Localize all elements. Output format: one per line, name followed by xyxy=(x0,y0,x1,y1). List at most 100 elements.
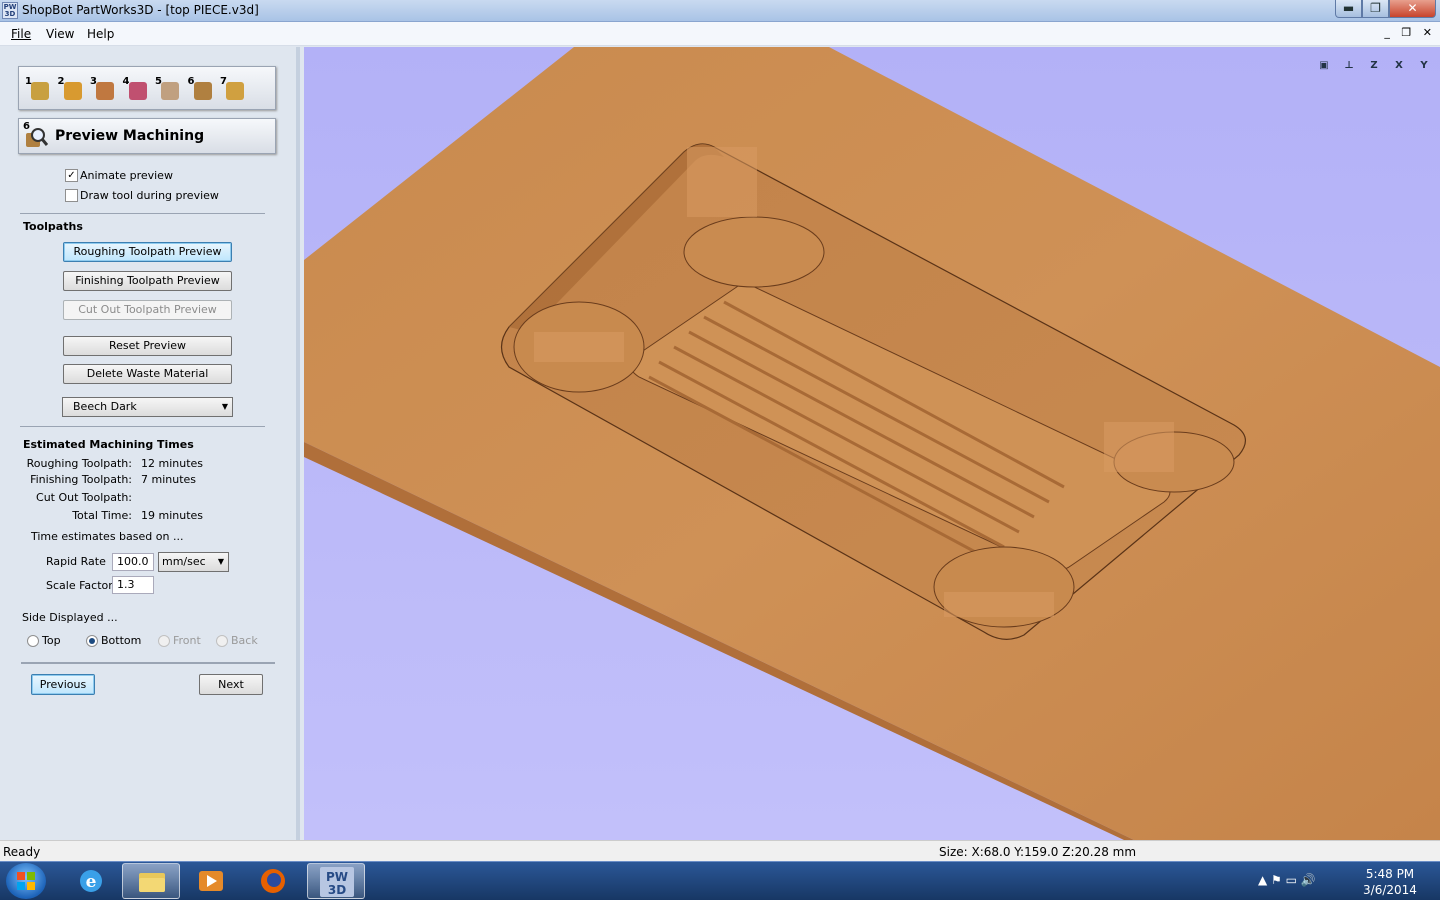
rapid-rate-label: Rapid Rate xyxy=(46,555,106,568)
rapid-rate-input[interactable]: 100.0 xyxy=(112,553,154,571)
step-toolbar: 1 2 3 4 5 6 7 xyxy=(18,66,276,110)
view-toolbar: ▣ ⊥ Z X Y xyxy=(1309,55,1434,75)
step-button-3[interactable]: 3 xyxy=(90,76,116,102)
wall-texture xyxy=(944,592,1054,617)
taskbar-partworks[interactable]: PW 3D xyxy=(307,863,365,899)
reset-preview-button[interactable]: Reset Preview xyxy=(63,336,232,356)
menu-file-label: File xyxy=(11,27,32,41)
step-button-4[interactable]: 4 xyxy=(123,76,149,102)
side-radio-label: Back xyxy=(231,634,258,647)
clock-date: 3/6/2014 xyxy=(1363,883,1417,897)
menu-bar: File View Help _ ❐ ✕ xyxy=(0,22,1440,46)
side-radio-label: Front xyxy=(173,634,201,647)
fit-view-icon[interactable]: ▣ xyxy=(1314,55,1334,75)
rapid-rate-unit-value: mm/sec xyxy=(162,555,206,568)
model-size-readout: Size: X:68.0 Y:159.0 Z:20.28 mm xyxy=(939,845,1137,859)
front-x-view-icon[interactable]: X xyxy=(1389,55,1409,75)
model-box-icon xyxy=(31,82,49,100)
windows-logo-icon xyxy=(17,872,35,890)
status-text: Ready xyxy=(3,845,41,859)
time-basis-label: Time estimates based on ... xyxy=(31,530,184,543)
radio-dot[interactable] xyxy=(216,635,228,647)
roughing-arrows-icon xyxy=(96,82,114,100)
rapid-rate-unit-select[interactable]: mm/sec ▼ xyxy=(158,552,229,572)
times-heading: Estimated Machining Times xyxy=(23,438,194,451)
step-number: 5 xyxy=(155,76,162,87)
close-button[interactable]: ✕ xyxy=(1389,0,1436,18)
menu-help-label: Help xyxy=(87,27,115,41)
step-number: 2 xyxy=(57,76,65,87)
radio-dot[interactable] xyxy=(27,635,39,647)
menu-view[interactable]: View xyxy=(46,27,74,41)
start-button[interactable] xyxy=(6,863,46,899)
app-icon: PW 3D xyxy=(2,2,18,19)
partworks-app-icon: PW 3D xyxy=(320,867,354,897)
chevron-down-icon: ▼ xyxy=(221,402,228,411)
animate-preview-checkbox[interactable]: ✓ Animate preview xyxy=(65,169,265,183)
top-z-view-icon[interactable]: Z xyxy=(1364,55,1384,75)
chevron-down-icon: ▼ xyxy=(217,557,224,566)
draw-tool-checkbox[interactable]: Draw tool during preview xyxy=(65,189,265,203)
taskbar-ie[interactable]: e xyxy=(62,863,120,899)
minimize-button[interactable]: ▬ xyxy=(1335,0,1362,18)
svg-text:e: e xyxy=(86,872,97,892)
clock[interactable]: 5:48 PM 3/6/2014 xyxy=(1350,866,1430,898)
divider xyxy=(21,662,275,664)
pad-top xyxy=(683,216,825,288)
firefox-icon xyxy=(261,869,285,893)
side-radio-label: Top xyxy=(42,634,61,647)
media-player-icon xyxy=(199,871,223,891)
scale-factor-input[interactable]: 1.3 xyxy=(112,576,154,594)
time-label: Total Time: xyxy=(72,509,132,522)
finishing-preview-button[interactable]: Finishing Toolpath Preview xyxy=(63,271,232,291)
toolpaths-heading: Toolpaths xyxy=(23,220,83,233)
animate-preview-box[interactable]: ✓ xyxy=(65,169,78,182)
side-displayed-label: Side Displayed ... xyxy=(22,611,118,624)
taskbar-explorer[interactable] xyxy=(122,863,180,899)
title-bar: PW 3D ShopBot PartWorks3D - [top PIECE.v… xyxy=(0,0,1440,22)
menu-help[interactable]: Help xyxy=(87,27,114,41)
time-value: 7 minutes xyxy=(141,473,197,486)
step-button-1[interactable]: 1 xyxy=(25,76,51,102)
step-header-number: 6 xyxy=(23,121,30,132)
3d-viewport[interactable]: ▣ ⊥ Z X Y xyxy=(304,47,1440,840)
draw-tool-label: Draw tool during preview xyxy=(80,189,219,202)
draw-tool-box[interactable] xyxy=(65,189,78,202)
machining-panel: 1 2 3 4 5 6 7 6 Preview Machining ✓ Animate pr… xyxy=(0,47,300,840)
previous-button[interactable]: Previous xyxy=(31,674,95,695)
material-arrow-icon xyxy=(63,82,82,100)
material-select[interactable]: Beech Dark ▼ xyxy=(62,397,233,417)
step-button-5[interactable]: 5 xyxy=(155,76,181,102)
radio-dot[interactable] xyxy=(158,635,170,647)
taskbar-firefox[interactable] xyxy=(244,863,302,899)
step-number: 1 xyxy=(25,76,32,87)
taskbar-media[interactable] xyxy=(182,863,240,899)
step-number: 7 xyxy=(220,76,227,87)
step-header: 6 Preview Machining xyxy=(18,118,276,154)
finishing-arrows-icon xyxy=(128,82,147,100)
step-button-2[interactable]: 2 xyxy=(58,76,84,102)
delete-waste-button[interactable]: Delete Waste Material xyxy=(63,364,232,384)
svg-text:PW: PW xyxy=(326,870,348,884)
next-button[interactable]: Next xyxy=(199,674,263,695)
step-button-6[interactable]: 6 xyxy=(188,76,214,102)
maximize-button[interactable]: ❐ xyxy=(1362,0,1389,18)
taskbar: e PW 3D ▲ ⚑ ▭ 🔊 5:48 PM 3/6/2014 xyxy=(0,861,1440,900)
system-tray[interactable]: ▲ ⚑ ▭ 🔊 xyxy=(1258,873,1316,887)
menu-file[interactable]: File xyxy=(11,27,31,41)
iso-view-icon[interactable]: ⊥ xyxy=(1339,55,1359,75)
side-y-view-icon[interactable]: Y xyxy=(1414,55,1434,75)
time-value: 19 minutes xyxy=(141,509,204,522)
time-value: 12 minutes xyxy=(141,457,204,470)
cutout-preview-button[interactable]: Cut Out Toolpath Preview xyxy=(63,300,232,320)
mdi-window-controls[interactable]: _ ❐ ✕ xyxy=(1384,26,1436,39)
wood-block-render xyxy=(304,47,1440,840)
preview-magnifier-icon xyxy=(193,82,212,100)
step-button-7[interactable]: 7 xyxy=(220,76,246,102)
step-number: 3 xyxy=(90,76,97,87)
roughing-preview-button[interactable]: Roughing Toolpath Preview xyxy=(63,242,232,262)
scale-factor-label: Scale Factor xyxy=(46,579,113,592)
radio-dot[interactable] xyxy=(86,635,98,647)
step-title: Preview Machining xyxy=(55,128,205,144)
time-label: Roughing Toolpath: xyxy=(26,457,132,470)
